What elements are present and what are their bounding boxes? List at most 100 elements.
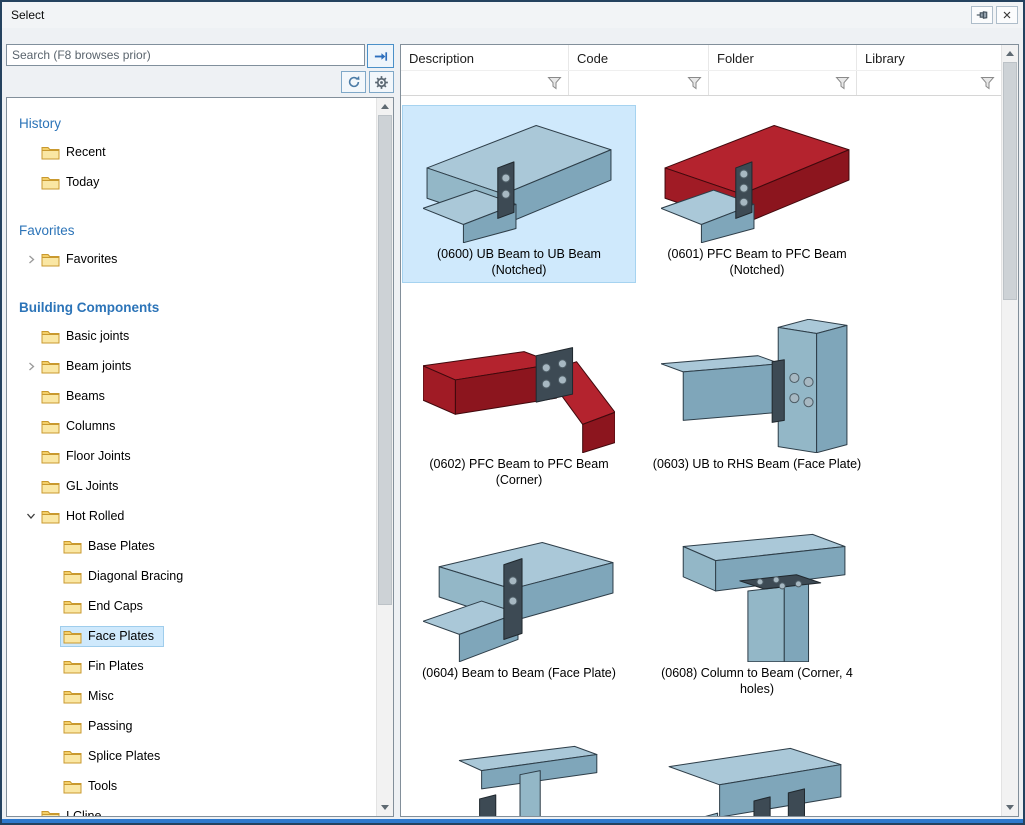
- filter-funnel-icon: [687, 76, 702, 90]
- catalog-item-label: (0602) PFC Beam to PFC Beam (Corner): [408, 456, 630, 489]
- expander-icon[interactable]: [45, 748, 61, 764]
- tree-folder-item[interactable]: Fin Plates: [7, 651, 376, 681]
- tree-item-label: Passing: [88, 719, 132, 733]
- catalog-item-label: (0600) UB Beam to UB Beam (Notched): [408, 246, 630, 279]
- tree-folder-item[interactable]: Misc: [7, 681, 376, 711]
- column-header-library[interactable]: Library: [857, 45, 1001, 70]
- tree-folder-item[interactable]: Face Plates: [7, 621, 376, 651]
- expander-icon[interactable]: [45, 718, 61, 734]
- expander-icon[interactable]: [45, 538, 61, 554]
- catalog-item-label: (0601) PFC Beam to PFC Beam (Notched): [646, 246, 868, 279]
- close-button[interactable]: [996, 6, 1018, 24]
- expander-icon[interactable]: [45, 568, 61, 584]
- tree-folder-item[interactable]: GL Joints: [7, 471, 376, 501]
- tree-folder-item[interactable]: Recent: [7, 137, 376, 167]
- tree-scrollbar[interactable]: [376, 98, 393, 816]
- tree-item-label: Misc: [88, 689, 114, 703]
- scroll-up-arrow-icon[interactable]: [377, 98, 393, 115]
- tree-section-heading: Building Components: [19, 300, 376, 315]
- filter-funnel-button[interactable]: [835, 76, 850, 90]
- tree-folder-item[interactable]: Floor Joints: [7, 441, 376, 471]
- tree-folder-item[interactable]: Basic joints: [7, 321, 376, 351]
- expander-icon[interactable]: [23, 418, 39, 434]
- tree-folder-item[interactable]: End Caps: [7, 591, 376, 621]
- filter-funnel-button[interactable]: [547, 76, 562, 90]
- tree-folder-item[interactable]: I Cline: [7, 801, 376, 816]
- tree-folder-item[interactable]: Splice Plates: [7, 741, 376, 771]
- tree-item-content: Columns: [39, 417, 124, 436]
- catalog-item[interactable]: (0601) PFC Beam to PFC Beam (Notched): [641, 106, 873, 282]
- settings-button[interactable]: [369, 71, 394, 93]
- filter-funnel-button[interactable]: [980, 76, 995, 90]
- tree-item-label: Base Plates: [88, 539, 155, 553]
- expander-icon[interactable]: [23, 808, 39, 816]
- catalog-item[interactable]: (0602) PFC Beam to PFC Beam (Corner): [403, 316, 635, 492]
- scrollbar-thumb[interactable]: [1003, 62, 1017, 300]
- tree-item-label: Face Plates: [88, 629, 154, 643]
- expander-icon[interactable]: [23, 388, 39, 404]
- scrollbar-thumb[interactable]: [378, 115, 392, 605]
- catalog-item[interactable]: (0608) Column to Beam (Corner, 4 holes): [641, 525, 873, 701]
- expander-icon[interactable]: [45, 688, 61, 704]
- catalog-item[interactable]: (0604) Beam to Beam (Face Plate): [403, 525, 635, 701]
- catalog-item[interactable]: [403, 735, 635, 817]
- folder-icon: [41, 359, 60, 374]
- column-header-folder[interactable]: Folder: [709, 45, 857, 70]
- tree-folder-item[interactable]: Columns: [7, 411, 376, 441]
- tree-folder-item[interactable]: Favorites: [7, 244, 376, 274]
- tree-folder-item[interactable]: Beams: [7, 381, 376, 411]
- close-icon: [1001, 9, 1013, 21]
- filter-funnel-button[interactable]: [687, 76, 702, 90]
- expander-icon[interactable]: [45, 778, 61, 794]
- expander-icon[interactable]: [45, 658, 61, 674]
- tree-item-content: Hot Rolled: [39, 507, 133, 526]
- expander-icon[interactable]: [45, 628, 61, 644]
- tree-folder-item[interactable]: Beam joints: [7, 351, 376, 381]
- search-input[interactable]: [6, 44, 365, 66]
- pin-button[interactable]: [971, 6, 993, 24]
- tree-item-content: Beams: [39, 387, 114, 406]
- expander-icon[interactable]: [23, 478, 39, 494]
- catalog-item[interactable]: (0603) UB to RHS Beam (Face Plate): [641, 316, 873, 492]
- catalog-item[interactable]: [641, 735, 873, 817]
- expander-icon[interactable]: [23, 144, 39, 160]
- column-header-code[interactable]: Code: [569, 45, 709, 70]
- refresh-button[interactable]: [341, 71, 366, 93]
- titlebar[interactable]: Select: [2, 2, 1023, 28]
- catalog-item[interactable]: (0600) UB Beam to UB Beam (Notched): [403, 106, 635, 282]
- window-bottom-edge: [2, 819, 1023, 823]
- go-arrow-icon: [373, 49, 388, 64]
- scroll-down-arrow-icon[interactable]: [1002, 799, 1018, 816]
- tree-folder-item[interactable]: Base Plates: [7, 531, 376, 561]
- expander-icon[interactable]: [23, 328, 39, 344]
- tree-item-content: Favorites: [39, 250, 126, 269]
- tree-item-label: Beams: [66, 389, 105, 403]
- tree-folder-item[interactable]: Hot Rolled: [7, 501, 376, 531]
- expander-icon[interactable]: [23, 448, 39, 464]
- search-go-button[interactable]: [367, 44, 394, 68]
- expander-icon[interactable]: [23, 358, 39, 374]
- expander-icon[interactable]: [23, 251, 39, 267]
- column-header-row: Description Code Folder Library: [401, 45, 1001, 70]
- tree-folder-item[interactable]: Passing: [7, 711, 376, 741]
- filter-funnel-icon: [980, 76, 995, 90]
- column-header-description[interactable]: Description: [401, 45, 569, 70]
- scroll-up-arrow-icon[interactable]: [1002, 45, 1018, 62]
- tree-folder-item[interactable]: Diagonal Bracing: [7, 561, 376, 591]
- right-panel: Description Code Folder Library: [400, 44, 1019, 817]
- filter-funnel-icon: [835, 76, 850, 90]
- tree-folder-item[interactable]: Today: [7, 167, 376, 197]
- grid-scrollbar[interactable]: [1001, 45, 1018, 816]
- tree-item-content: Passing: [61, 717, 141, 736]
- expander-icon[interactable]: [45, 598, 61, 614]
- scroll-down-arrow-icon[interactable]: [377, 799, 393, 816]
- tree-section-heading-label: Building Components: [19, 300, 159, 315]
- tree-folder-item[interactable]: Tools: [7, 771, 376, 801]
- tree-item-content: Beam joints: [39, 357, 140, 376]
- expander-icon[interactable]: [23, 508, 39, 524]
- folder-icon: [41, 329, 60, 344]
- tree-item-label: Favorites: [66, 252, 117, 266]
- expander-icon[interactable]: [23, 174, 39, 190]
- tree-panel: History Recent Today Favorites: [6, 97, 394, 817]
- tree-item-content: Diagonal Bracing: [61, 567, 192, 586]
